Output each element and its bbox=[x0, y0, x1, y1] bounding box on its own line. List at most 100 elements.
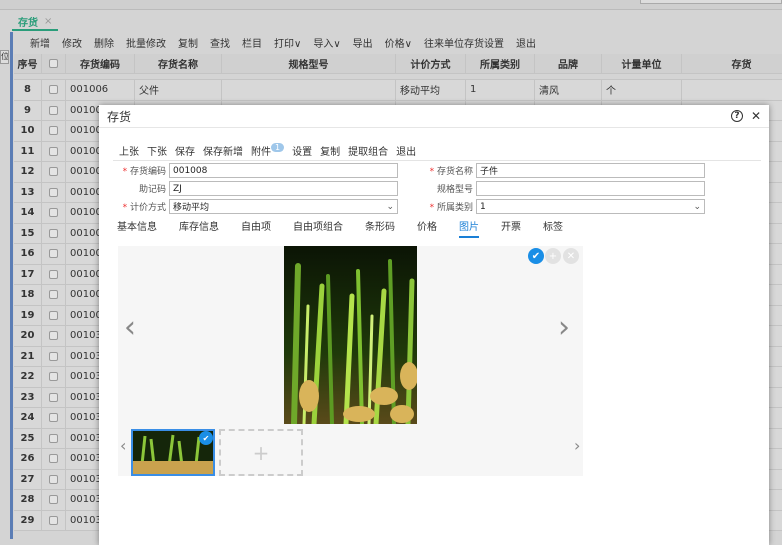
row-checkbox[interactable] bbox=[42, 428, 66, 448]
column-header[interactable]: 存货名称 bbox=[135, 54, 222, 73]
plus-icon[interactable]: + bbox=[545, 248, 561, 264]
dialog-toolbar-button[interactable]: 提取组合 bbox=[348, 143, 388, 158]
row-checkbox[interactable] bbox=[42, 141, 66, 161]
code-input[interactable]: 001008 bbox=[169, 163, 398, 178]
column-header[interactable]: 序号 bbox=[14, 54, 42, 73]
dialog-toolbar: 上张 下张 保存 保存新增 附件 1 设置 复制 提取组合 退出 bbox=[119, 143, 416, 158]
row-checkbox[interactable] bbox=[42, 367, 66, 387]
dialog-toolbar-button[interactable]: 保存 bbox=[175, 143, 195, 158]
toolbar-button[interactable]: 打印∨ bbox=[274, 35, 301, 50]
row-checkbox[interactable] bbox=[42, 162, 66, 182]
row-checkbox[interactable] bbox=[42, 203, 66, 223]
column-header[interactable]: 计价方式 bbox=[396, 54, 466, 73]
thumb-prev-arrow[interactable]: ‹ bbox=[120, 436, 126, 455]
dialog-toolbar-button[interactable]: 上张 bbox=[119, 143, 139, 158]
toolbar-button[interactable]: 往来单位存货设置 bbox=[424, 35, 504, 50]
row-checkbox[interactable] bbox=[42, 223, 66, 243]
close-icon[interactable]: ✕ bbox=[751, 109, 761, 123]
toolbar-button[interactable]: 新增 bbox=[30, 35, 50, 50]
tab-inventory[interactable]: 存货 × bbox=[12, 13, 59, 31]
dialog-tab[interactable]: 自由项 bbox=[241, 218, 271, 238]
prev-image-arrow[interactable]: ‹ bbox=[124, 310, 136, 345]
dialog-tab[interactable]: 条形码 bbox=[365, 218, 395, 238]
dialog-toolbar-button[interactable]: 设置 bbox=[292, 143, 312, 158]
column-header[interactable]: 存货 bbox=[682, 54, 782, 73]
column-header[interactable]: 品牌 bbox=[535, 54, 602, 73]
dialog-tab[interactable]: 价格 bbox=[417, 218, 437, 238]
row-checkbox[interactable] bbox=[42, 182, 66, 202]
remove-icon[interactable]: ✕ bbox=[563, 248, 579, 264]
toolbar-button[interactable]: 修改 bbox=[62, 35, 82, 50]
thumbnail-image[interactable]: ✔ bbox=[131, 429, 215, 476]
toolbar-button[interactable]: 导入∨ bbox=[313, 35, 340, 50]
dialog-tab[interactable]: 自由项组合 bbox=[293, 218, 343, 238]
toolbar-button[interactable]: 栏目 bbox=[242, 35, 262, 50]
dialog-tab[interactable]: 标签 bbox=[543, 218, 563, 238]
add-image-button[interactable]: + bbox=[219, 429, 303, 476]
toolbar-button[interactable]: 查找 bbox=[210, 35, 230, 50]
field-label: 所属类别 bbox=[436, 203, 473, 213]
button-label: 退出 bbox=[396, 147, 417, 158]
dialog-tab[interactable]: 开票 bbox=[501, 218, 521, 238]
dialog-tab[interactable]: 基本信息 bbox=[117, 218, 157, 238]
button-label: 保存新增 bbox=[203, 147, 243, 158]
attachment-count-badge: 1 bbox=[271, 143, 285, 152]
cell-no: 20 bbox=[14, 326, 42, 346]
toolbar-button[interactable]: 复制 bbox=[178, 35, 198, 50]
dialog-toolbar-button[interactable]: 保存新增 bbox=[203, 143, 243, 158]
row-checkbox[interactable] bbox=[42, 510, 66, 530]
table-row[interactable]: 8 001006 父件 移动平均 1 清风个 bbox=[14, 80, 782, 101]
dialog-toolbar-button[interactable]: 复制 bbox=[320, 143, 340, 158]
dialog-toolbar-button[interactable]: 退出 bbox=[396, 143, 416, 158]
category-select[interactable]: 1 ⌄ bbox=[476, 199, 705, 214]
help-icon[interactable]: ? bbox=[730, 110, 743, 122]
toolbar-button[interactable]: 导出 bbox=[353, 35, 373, 50]
field-label: 助记码 bbox=[138, 185, 166, 195]
cell-name: 父件 bbox=[135, 80, 222, 100]
tab-strip: 存货 × bbox=[0, 11, 782, 31]
select-all-checkbox[interactable] bbox=[42, 54, 66, 73]
row-checkbox[interactable] bbox=[42, 80, 66, 100]
column-header[interactable]: 存货编码 bbox=[66, 54, 135, 73]
toolbar-button[interactable]: 退出 bbox=[516, 35, 536, 50]
row-checkbox[interactable] bbox=[42, 305, 66, 325]
dialog-toolbar-button[interactable]: 下张 bbox=[147, 143, 167, 158]
next-image-arrow[interactable]: › bbox=[558, 310, 570, 345]
check-icon[interactable]: ✔ bbox=[528, 248, 544, 264]
column-header[interactable]: 规格型号 bbox=[222, 54, 396, 73]
row-checkbox[interactable] bbox=[42, 244, 66, 264]
divider bbox=[113, 160, 761, 161]
pricing-select[interactable]: 移动平均 ⌄ bbox=[169, 199, 398, 214]
dialog-tab[interactable]: 图片 bbox=[459, 218, 479, 238]
dialog-toolbar-button[interactable]: 附件 1 bbox=[251, 143, 285, 158]
button-label: 复制 bbox=[320, 147, 341, 158]
side-fragment[interactable]: 位 bbox=[0, 50, 9, 64]
cell-no: 29 bbox=[14, 510, 42, 530]
mnemonic-input[interactable]: ZJ bbox=[169, 181, 398, 196]
row-checkbox[interactable] bbox=[42, 100, 66, 120]
button-label: 下张 bbox=[147, 147, 167, 158]
required-mark: * bbox=[122, 203, 128, 213]
dialog-tab[interactable]: 库存信息 bbox=[179, 218, 219, 238]
row-checkbox[interactable] bbox=[42, 326, 66, 346]
row-checkbox[interactable] bbox=[42, 490, 66, 510]
row-checkbox[interactable] bbox=[42, 346, 66, 366]
toolbar-button[interactable]: 删除 bbox=[94, 35, 114, 50]
row-checkbox[interactable] bbox=[42, 121, 66, 141]
top-input[interactable] bbox=[640, 0, 782, 4]
toolbar-button[interactable]: 价格∨ bbox=[385, 35, 412, 50]
row-checkbox[interactable] bbox=[42, 449, 66, 469]
column-header[interactable]: 所属类别 bbox=[466, 54, 535, 73]
row-checkbox[interactable] bbox=[42, 387, 66, 407]
thumb-next-arrow[interactable]: › bbox=[574, 436, 580, 455]
row-checkbox[interactable] bbox=[42, 264, 66, 284]
row-checkbox[interactable] bbox=[42, 408, 66, 428]
close-icon[interactable]: × bbox=[44, 16, 52, 27]
column-header[interactable]: 计量单位 bbox=[602, 54, 682, 73]
name-input[interactable]: 子件 bbox=[476, 163, 705, 178]
inventory-dialog: 存货 ? ✕ 上张 下张 保存 保存新增 附件 1 设置 复制 提取组合 退出 * 存货编码 00… bbox=[99, 105, 769, 545]
spec-input[interactable] bbox=[476, 181, 705, 196]
toolbar-button[interactable]: 批量修改 bbox=[126, 35, 166, 50]
row-checkbox[interactable] bbox=[42, 469, 66, 489]
row-checkbox[interactable] bbox=[42, 285, 66, 305]
